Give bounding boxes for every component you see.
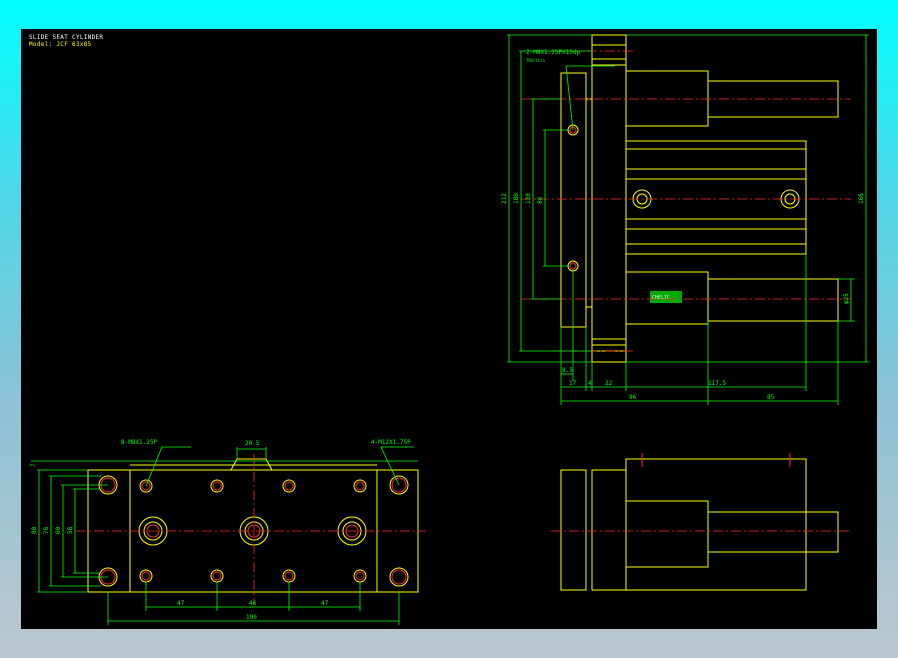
callout-top-sub: TRU/thru	[526, 58, 546, 63]
dim-212: 212	[501, 193, 508, 204]
dim-7: 7	[30, 463, 37, 467]
side-view: CHELIC 2-M8X1.25PX15dp TRU/thru 212 180 …	[501, 34, 869, 405]
end-plate	[591, 34, 627, 363]
end-view-plate	[560, 469, 587, 591]
cad-drawing: CHELIC 2-M8X1.25PX15dp TRU/thru 212 180 …	[30, 34, 869, 625]
end-view-rod	[707, 511, 839, 553]
dim-166: 166	[858, 193, 865, 204]
plan-view: 8-M8X1.25P 4-M12X1.75P 20.5 7 80 76 60 5…	[30, 439, 426, 625]
dim-17: 17	[569, 380, 577, 387]
callout-4-m12: 4-M12X1.75P	[371, 439, 411, 446]
dim-phi25: φ25	[843, 293, 850, 304]
callout-top: 2-M8X1.25PX15dp	[526, 49, 581, 56]
guide-block-top	[625, 70, 709, 127]
dim-4: 4	[588, 380, 592, 387]
drawing-canvas: SLIDE SEAT CYLINDER Model: JCF 63x85 CHE…	[21, 29, 877, 629]
brand-badge-text: CHELIC	[652, 295, 670, 301]
end-view-flange	[591, 469, 627, 591]
dim-46: 46	[249, 600, 257, 607]
dim-8-5: 8.5	[562, 367, 573, 374]
mounting-plate	[560, 72, 587, 328]
dim-58: 58	[67, 526, 74, 534]
cylinder-body	[625, 140, 807, 255]
dim-47-right: 47	[321, 600, 329, 607]
guide-rod-bottom	[707, 278, 839, 322]
dim-117-5: 117.5	[708, 380, 726, 387]
end-view	[551, 453, 851, 591]
dim-96: 96	[629, 394, 637, 401]
dim-20-5: 20.5	[245, 440, 260, 447]
dim-190: 190	[246, 614, 257, 621]
corner-hole-br	[389, 567, 409, 587]
dim-85: 85	[767, 394, 775, 401]
dim-88: 88	[537, 196, 544, 204]
dim-60: 60	[55, 526, 62, 534]
dim-22: 22	[605, 380, 613, 387]
dim-180: 180	[513, 193, 520, 204]
end-view-body	[625, 458, 807, 591]
dim-80: 80	[31, 526, 38, 534]
dim-76: 76	[43, 526, 50, 534]
callout-8-m8: 8-M8X1.25P	[121, 439, 158, 446]
dim-130: 130	[525, 193, 532, 204]
dim-47-left: 47	[177, 600, 185, 607]
